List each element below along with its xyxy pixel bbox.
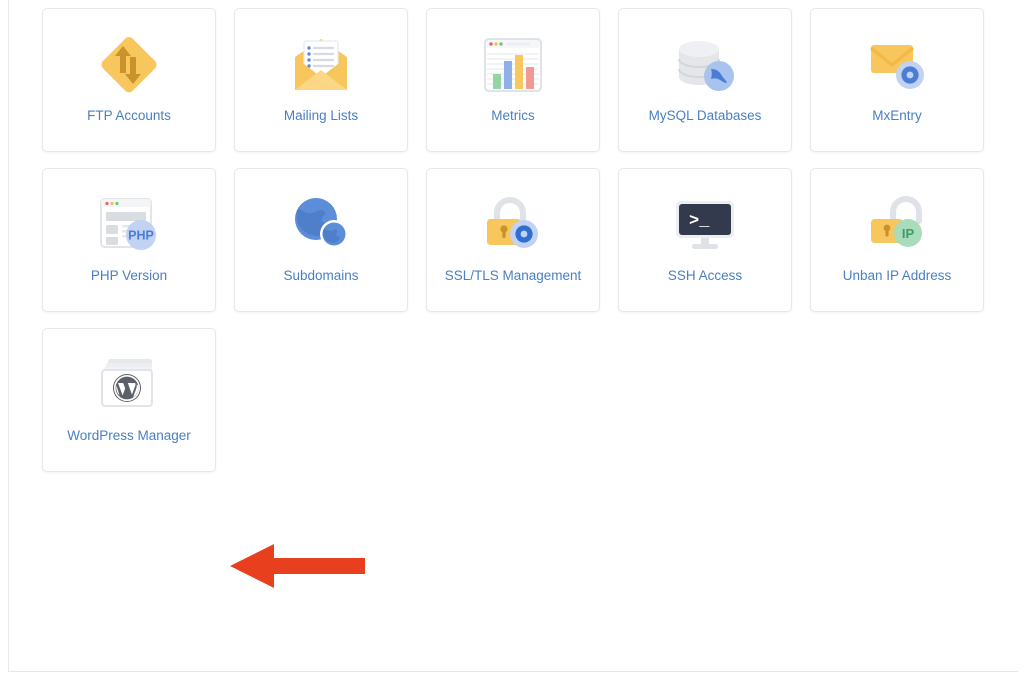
tile-label-ssh-access: SSH Access bbox=[667, 268, 743, 283]
ssl-tls-icon bbox=[477, 189, 549, 261]
tile-metrics[interactable]: Metrics bbox=[426, 8, 600, 152]
ssh-access-icon: >_ bbox=[669, 189, 741, 261]
tile-ssh-access[interactable]: >_ SSH Access bbox=[618, 168, 792, 312]
tile-wordpress-manager[interactable]: WordPress Manager bbox=[42, 328, 216, 472]
svg-text:IP: IP bbox=[902, 226, 915, 241]
tile-label-ftp-accounts: FTP Accounts bbox=[87, 108, 171, 123]
ftp-accounts-icon bbox=[93, 29, 165, 101]
tile-label-subdomains: Subdomains bbox=[283, 268, 359, 283]
tile-label-mysql-databases: MySQL Databases bbox=[648, 108, 762, 123]
tile-mailing-lists[interactable]: Mailing Lists bbox=[234, 8, 408, 152]
mailing-lists-icon bbox=[285, 29, 357, 101]
tile-label-ssl-tls: SSL/TLS Management bbox=[444, 268, 582, 283]
svg-text:>_: >_ bbox=[689, 212, 710, 231]
tile-label-mailing-lists: Mailing Lists bbox=[283, 108, 359, 123]
metrics-icon bbox=[477, 29, 549, 101]
tile-php-version[interactable]: PHP PHP Version bbox=[42, 168, 216, 312]
tile-label-metrics: Metrics bbox=[491, 108, 535, 123]
subdomains-icon bbox=[285, 189, 357, 261]
tools-tile-grid: Domain Aliases Domain Redirects Email Ac… bbox=[42, 0, 984, 472]
tile-label-unban-ip: Unban IP Address bbox=[842, 268, 952, 283]
tile-ssl-tls[interactable]: SSL/TLS Management bbox=[426, 168, 600, 312]
tile-mysql-databases[interactable]: MySQL Databases bbox=[618, 8, 792, 152]
annotation-arrow-icon bbox=[230, 544, 365, 588]
tile-ftp-accounts[interactable]: FTP Accounts bbox=[42, 8, 216, 152]
tile-label-wordpress-manager: WordPress Manager bbox=[67, 428, 191, 443]
unban-ip-icon: IP bbox=[861, 189, 933, 261]
mysql-databases-icon bbox=[669, 29, 741, 101]
svg-text:PHP: PHP bbox=[128, 229, 154, 243]
control-panel-page: Domain Aliases Domain Redirects Email Ac… bbox=[0, 0, 1024, 677]
tile-label-mxentry: MxEntry bbox=[872, 108, 922, 123]
wordpress-manager-icon bbox=[93, 349, 165, 421]
tile-label-php-version: PHP Version bbox=[90, 268, 168, 283]
panel-left-divider bbox=[8, 0, 9, 672]
tile-mxentry[interactable]: MxEntry bbox=[810, 8, 984, 152]
php-version-icon: PHP bbox=[93, 189, 165, 261]
tile-subdomains[interactable]: Subdomains bbox=[234, 168, 408, 312]
panel-bottom-divider bbox=[8, 671, 1018, 672]
tile-unban-ip[interactable]: IP Unban IP Address bbox=[810, 168, 984, 312]
mxentry-icon bbox=[861, 29, 933, 101]
